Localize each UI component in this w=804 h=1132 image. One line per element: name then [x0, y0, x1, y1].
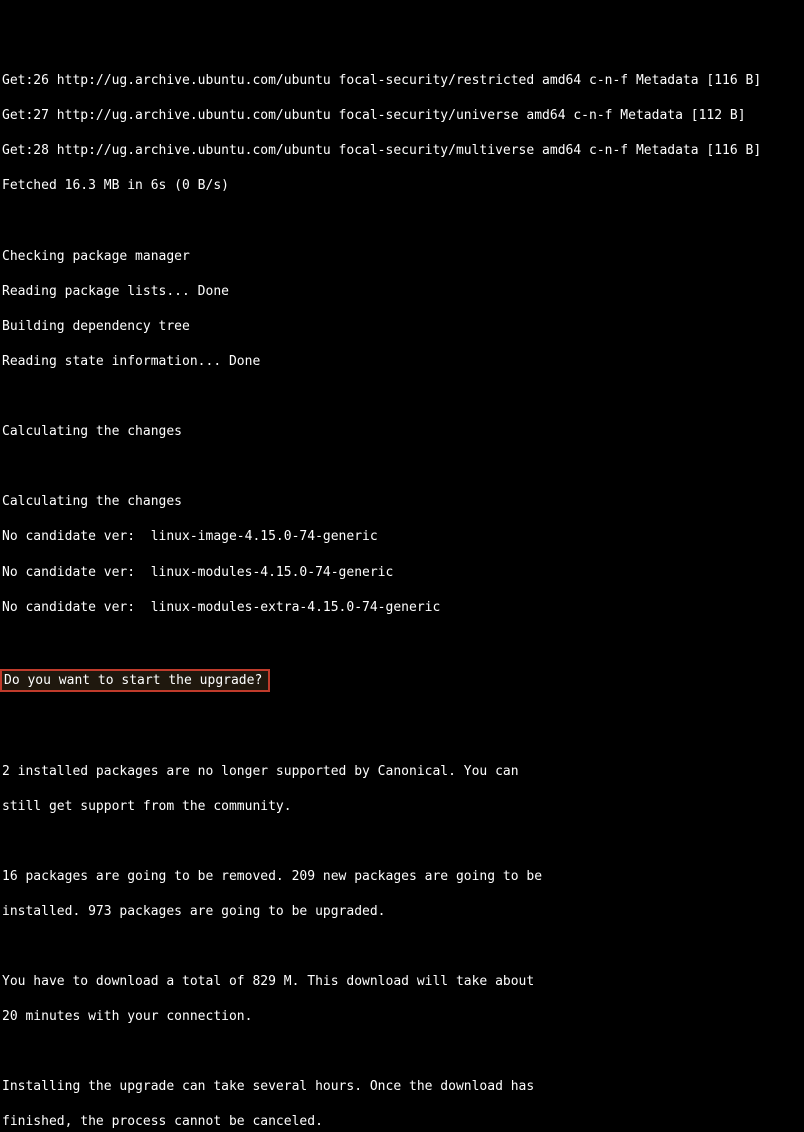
blank-line	[2, 727, 804, 745]
candidate-line: No candidate ver: linux-image-4.15.0-74-…	[2, 528, 804, 546]
install-note-line: finished, the process cannot be canceled…	[2, 1113, 804, 1131]
candidate-line: No candidate ver: linux-modules-4.15.0-7…	[2, 564, 804, 582]
blank-line	[2, 692, 804, 710]
support-line: still get support from the community.	[2, 798, 804, 816]
pkg-line: Reading state information... Done	[2, 353, 804, 371]
download-line: You have to download a total of 829 M. T…	[2, 973, 804, 991]
fetch-line: Get:26 http://ug.archive.ubuntu.com/ubun…	[2, 72, 804, 90]
fetch-line: Get:27 http://ug.archive.ubuntu.com/ubun…	[2, 107, 804, 125]
blank-line	[2, 833, 804, 851]
calc-line: Calculating the changes	[2, 423, 804, 441]
summary-line: 16 packages are going to be removed. 209…	[2, 868, 804, 886]
candidate-line: No candidate ver: linux-modules-extra-4.…	[2, 599, 804, 617]
fetch-summary: Fetched 16.3 MB in 6s (0 B/s)	[2, 177, 804, 195]
fetch-line: Get:28 http://ug.archive.ubuntu.com/ubun…	[2, 142, 804, 160]
blank-line	[2, 938, 804, 956]
pkg-line: Reading package lists... Done	[2, 283, 804, 301]
blank-line	[2, 458, 804, 476]
blank-line	[2, 213, 804, 231]
pkg-line: Building dependency tree	[2, 318, 804, 336]
pkg-line: Checking package manager	[2, 248, 804, 266]
blank-line	[2, 388, 804, 406]
summary-line: installed. 973 packages are going to be …	[2, 903, 804, 921]
upgrade-question: Do you want to start the upgrade?	[0, 669, 270, 693]
download-line: 20 minutes with your connection.	[2, 1008, 804, 1026]
calc-line: Calculating the changes	[2, 493, 804, 511]
support-line: 2 installed packages are no longer suppo…	[2, 763, 804, 781]
install-note-line: Installing the upgrade can take several …	[2, 1078, 804, 1096]
blank-line	[2, 1043, 804, 1061]
blank-line	[2, 634, 804, 652]
